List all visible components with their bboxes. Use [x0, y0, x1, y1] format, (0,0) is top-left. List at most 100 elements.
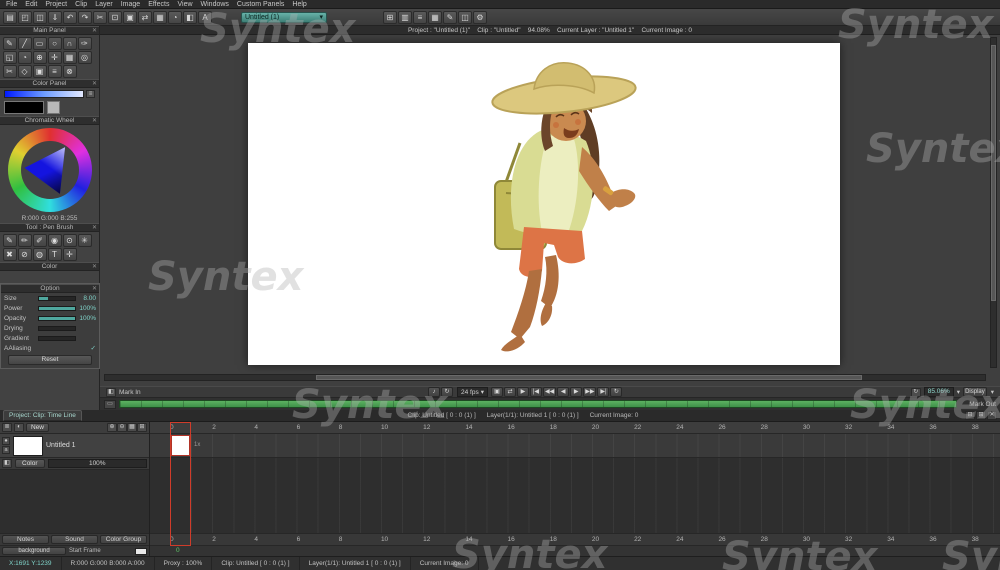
chevron-down-icon[interactable]: ▾	[991, 388, 994, 396]
copy-icon[interactable]: ⊡	[108, 11, 122, 24]
close-icon[interactable]: ✕	[92, 27, 97, 36]
menu-item[interactable]: Layer	[91, 0, 117, 9]
rooms-icon[interactable]: ◫	[458, 11, 472, 24]
pen-brush[interactable]: ✎	[3, 234, 17, 247]
cut-tool[interactable]: ✂	[3, 65, 17, 78]
zoom-value[interactable]: 85.06%	[924, 387, 954, 397]
chevron-down-icon[interactable]: ▾	[957, 388, 960, 396]
settings-icon[interactable]: ⚙	[473, 11, 487, 24]
xsheet-icon[interactable]: ▦	[428, 11, 442, 24]
track-button[interactable]: Sound	[51, 535, 98, 544]
slider-stepper-icon[interactable]: ≡	[86, 90, 95, 98]
power-slider[interactable]	[38, 306, 76, 311]
spray-brush[interactable]: ✳	[78, 234, 92, 247]
redo-icon[interactable]: ↷	[78, 11, 92, 24]
menu-item[interactable]: Clip	[71, 0, 91, 9]
gradient-field[interactable]	[38, 336, 76, 341]
first-frame-button[interactable]: |◀	[530, 387, 542, 397]
panto-tool[interactable]: ≡	[48, 65, 62, 78]
open-file-icon[interactable]: ◰	[18, 11, 32, 24]
scrubber-icon[interactable]: ▭	[104, 400, 116, 409]
expand-icon[interactable]: ⊞	[976, 411, 986, 420]
notes-icon[interactable]: ✎	[443, 11, 457, 24]
cut-icon[interactable]: ✂	[93, 11, 107, 24]
horizontal-scrollbar-thumb[interactable]	[316, 375, 862, 380]
drawing-canvas[interactable]	[248, 43, 840, 365]
drying-field[interactable]	[38, 326, 76, 331]
half-display-icon[interactable]: ◐	[14, 423, 24, 432]
rectangle-tool[interactable]: ▭	[33, 37, 47, 50]
menu-item[interactable]: Project	[41, 0, 71, 9]
camera-button[interactable]: ▣	[491, 387, 503, 397]
mark-in-icon[interactable]: ◧	[106, 388, 116, 397]
primary-color-swatch[interactable]	[4, 101, 44, 114]
menu-item[interactable]: Image	[117, 0, 144, 9]
airbrush[interactable]: ◉	[48, 234, 62, 247]
next-key-button[interactable]: ▶▶	[583, 387, 596, 397]
stamp-brush[interactable]: ⊙	[63, 234, 77, 247]
fill-tool[interactable]: ▣	[33, 65, 47, 78]
play-button[interactable]: ▶	[517, 387, 529, 397]
panels-icon[interactable]: ⊞	[383, 11, 397, 24]
blue-channel-slider[interactable]	[4, 90, 84, 98]
menu-item[interactable]: Windows	[197, 0, 233, 9]
audio-button[interactable]: ♪	[428, 387, 440, 397]
flipbook-button[interactable]: ⇄	[504, 387, 516, 397]
marker-brush[interactable]: ✐	[33, 234, 47, 247]
mark-out-label[interactable]: Mark Out	[960, 401, 996, 408]
prev-frame-button[interactable]: ◀	[557, 387, 569, 397]
select-rect-tool[interactable]: ◱	[3, 51, 17, 64]
menu-item[interactable]: Custom Panels	[233, 0, 288, 9]
last-frame-button[interactable]: ▶|	[597, 387, 609, 397]
opacity-slider[interactable]	[38, 316, 76, 321]
move-tool[interactable]: ✛	[48, 51, 62, 64]
timeline-grid-area[interactable]	[150, 458, 1000, 534]
timeline-menu-icon[interactable]: ≣	[2, 423, 12, 432]
timeline-tab[interactable]: Project: Clip: Time Line	[3, 410, 82, 421]
close-icon[interactable]: ✕	[92, 224, 97, 233]
prev-key-button[interactable]: ◀◀	[543, 387, 556, 397]
text-tool[interactable]: T	[48, 248, 62, 261]
size-slider[interactable]	[38, 296, 76, 301]
canvas-area[interactable]	[100, 35, 1000, 386]
close-icon[interactable]: ✕	[92, 263, 97, 272]
sync-button[interactable]: ↻	[441, 387, 453, 397]
menu-item[interactable]: Help	[288, 0, 310, 9]
frame-ruler-top[interactable]: 02468101214161820222426283032343638	[150, 422, 1000, 434]
blur-brush[interactable]: ◍	[33, 248, 47, 261]
pencil-tool[interactable]: ✎	[3, 37, 17, 50]
menu-item[interactable]: Effects	[144, 0, 173, 9]
grid-tool[interactable]: ▦	[63, 51, 77, 64]
eraser-brush[interactable]: ✖	[3, 248, 17, 261]
text-tool-icon[interactable]: A	[198, 11, 212, 24]
new-file-icon[interactable]: ▤	[3, 11, 17, 24]
hand-tool[interactable]: ✛	[63, 248, 77, 261]
close-icon[interactable]: ✕	[92, 285, 97, 294]
layer-visibility-icon[interactable]: ●	[2, 437, 10, 445]
timeline-scrubber[interactable]	[119, 400, 957, 408]
clip-selector[interactable]: Untitled (1) ▾	[241, 12, 327, 23]
chromatic-wheel[interactable]	[8, 128, 92, 212]
remove-layer-button[interactable]: ⊖	[117, 423, 127, 432]
magnifier-tool[interactable]: ◎	[78, 51, 92, 64]
zoom-refresh-icon[interactable]: ↻	[911, 388, 921, 397]
loop-play-button[interactable]: ↻	[610, 387, 622, 397]
close-icon[interactable]: ✕	[92, 80, 97, 89]
flip-icon[interactable]: ⇄	[138, 11, 152, 24]
track-button[interactable]: Notes	[2, 535, 49, 544]
lasso-tool[interactable]: ◇	[18, 65, 32, 78]
save-icon[interactable]: ◫	[33, 11, 47, 24]
collapse-icon[interactable]: ⊟	[965, 411, 975, 420]
add-layer-button[interactable]: ⊕	[107, 423, 117, 432]
timeline-icon[interactable]: ≡	[413, 11, 427, 24]
new-layer-button[interactable]: New	[26, 423, 49, 432]
layer-color-button[interactable]: Color	[15, 459, 45, 468]
display-selector[interactable]: Display	[963, 387, 987, 397]
fps-selector[interactable]: 24 fps ▾	[457, 387, 488, 397]
close-icon[interactable]: ✕	[987, 411, 997, 420]
layer-color-icon[interactable]: ◧	[2, 459, 12, 468]
select-ellipse-tool[interactable]: ◔	[18, 51, 32, 64]
background-selector[interactable]: background	[2, 547, 66, 555]
ellipse-tool[interactable]: ○	[48, 37, 62, 50]
layer-opacity-field[interactable]: 100%	[48, 459, 147, 468]
